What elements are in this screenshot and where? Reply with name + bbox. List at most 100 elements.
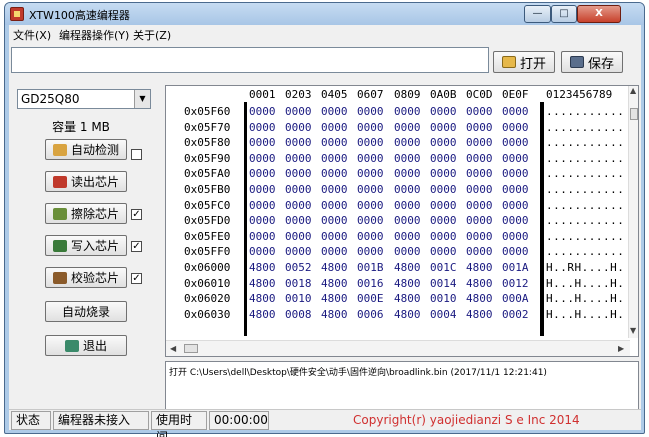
menu-file[interactable]: 文件(X) — [13, 27, 51, 43]
hex-cell[interactable]: 0000 — [321, 121, 348, 134]
hex-cell[interactable]: 0000 — [466, 136, 493, 149]
hex-cell[interactable]: 0000 — [430, 230, 457, 243]
hex-cell[interactable]: 0000 — [249, 183, 276, 196]
hex-cell[interactable]: 4800 — [249, 308, 276, 321]
hex-cell[interactable]: 0000 — [430, 183, 457, 196]
hex-cell[interactable]: 0018 — [285, 277, 312, 290]
hex-cell[interactable]: 0000 — [321, 214, 348, 227]
hex-cell[interactable]: 4800 — [466, 292, 493, 305]
hex-cell[interactable]: 4800 — [249, 261, 276, 274]
hex-cell[interactable]: 0000 — [502, 245, 529, 258]
hex-cell[interactable]: 000A — [502, 292, 529, 305]
hex-cell[interactable]: 4800 — [321, 292, 348, 305]
hex-cell[interactable]: 0000 — [466, 245, 493, 258]
hex-cell[interactable]: 0000 — [466, 121, 493, 134]
scroll-up-icon[interactable]: ▲ — [630, 86, 636, 95]
hex-cell[interactable]: 0000 — [285, 136, 312, 149]
hex-cell[interactable]: 0000 — [249, 136, 276, 149]
hex-cell[interactable]: 0004 — [430, 308, 457, 321]
hex-cell[interactable]: 0000 — [466, 214, 493, 227]
chevron-down-icon[interactable]: ▼ — [134, 90, 150, 108]
hex-cell[interactable]: 0000 — [430, 167, 457, 180]
hex-cell[interactable]: 0000 — [502, 214, 529, 227]
hex-cell[interactable]: 0000 — [430, 121, 457, 134]
close-button[interactable]: X — [577, 5, 621, 23]
hex-cell[interactable]: 0000 — [249, 105, 276, 118]
hex-cell[interactable]: 0010 — [430, 292, 457, 305]
hex-cell[interactable]: 0000 — [394, 136, 421, 149]
hex-cell[interactable]: 0000 — [285, 121, 312, 134]
hex-cell[interactable]: 0000 — [357, 199, 384, 212]
title-bar[interactable]: XTW100高速编程器 — □ X — [5, 3, 644, 25]
hex-cell[interactable]: 0000 — [394, 167, 421, 180]
hex-cell[interactable]: 0000 — [285, 214, 312, 227]
menu-about[interactable]: 关于(Z) — [133, 27, 171, 43]
hex-cell[interactable]: 0000 — [321, 136, 348, 149]
hex-cell[interactable]: 4800 — [466, 261, 493, 274]
hex-cell[interactable]: 4800 — [249, 277, 276, 290]
hex-cell[interactable]: 0000 — [430, 136, 457, 149]
toolbar-path-field[interactable] — [11, 47, 489, 73]
hex-cell[interactable]: 4800 — [394, 292, 421, 305]
hex-cell[interactable]: 0000 — [357, 183, 384, 196]
hex-cell[interactable]: 000E — [357, 292, 384, 305]
hex-cell[interactable]: 0000 — [394, 245, 421, 258]
hex-cell[interactable]: 0000 — [394, 199, 421, 212]
hex-cell[interactable]: 0000 — [466, 105, 493, 118]
hex-row[interactable]: 0x05F80 0000 0000 0000 0000 0000 0000 0000 0000.… — [166, 135, 630, 150]
hex-cell[interactable]: 0014 — [430, 277, 457, 290]
vertical-scrollbar[interactable]: ▲ ▼ — [628, 86, 638, 338]
hex-cell[interactable]: 4800 — [394, 308, 421, 321]
hex-row[interactable]: 0x05F90 0000 0000 0000 0000 0000 0000 0000 0000.… — [166, 151, 630, 166]
hex-cell[interactable]: 0000 — [249, 245, 276, 258]
hex-cell[interactable]: 0000 — [466, 167, 493, 180]
hex-cell[interactable]: 0000 — [430, 214, 457, 227]
hex-cell[interactable]: 0016 — [357, 277, 384, 290]
hex-cell[interactable]: 0000 — [321, 199, 348, 212]
hex-cell[interactable]: 0000 — [357, 136, 384, 149]
hex-row[interactable]: 0x06010 4800 0018 4800 0016 4800 0014 4800 0012 H… — [166, 276, 630, 291]
hex-cell[interactable]: 0000 — [394, 121, 421, 134]
hex-cell[interactable]: 0000 — [394, 230, 421, 243]
hex-cell[interactable]: 0012 — [502, 277, 529, 290]
verify-chip-button[interactable]: 校验芯片 — [45, 267, 127, 288]
hex-cell[interactable]: 0000 — [502, 167, 529, 180]
save-button[interactable]: 保存 — [561, 51, 623, 73]
hex-cell[interactable]: 0000 — [466, 199, 493, 212]
hex-cell[interactable]: 0000 — [285, 152, 312, 165]
hex-cell[interactable]: 0000 — [285, 199, 312, 212]
hex-cell[interactable]: 0000 — [285, 230, 312, 243]
hex-cell[interactable]: 0000 — [321, 183, 348, 196]
hex-cell[interactable]: 001A — [502, 261, 529, 274]
hex-cell[interactable]: 0000 — [285, 183, 312, 196]
read-chip-button[interactable]: 读出芯片 — [45, 171, 127, 192]
hex-cell[interactable]: 0000 — [466, 183, 493, 196]
hex-cell[interactable]: 0000 — [502, 183, 529, 196]
hex-cell[interactable]: 4800 — [394, 261, 421, 274]
hex-cell[interactable]: 4800 — [321, 277, 348, 290]
hex-cell[interactable]: 4800 — [466, 308, 493, 321]
hex-cell[interactable]: 0000 — [249, 152, 276, 165]
menu-programmer-operations[interactable]: 编程器操作(Y) — [59, 27, 129, 43]
hex-row[interactable]: 0x06000 4800 0052 4800 001B 4800 001C 4800 001A H… — [166, 260, 630, 275]
exit-button[interactable]: 退出 — [45, 335, 127, 356]
hex-cell[interactable]: 4800 — [394, 277, 421, 290]
hex-cell[interactable]: 0000 — [357, 121, 384, 134]
hex-cell[interactable]: 0008 — [285, 308, 312, 321]
horizontal-scrollbar[interactable]: ◀ ▶ — [166, 340, 630, 356]
hex-row[interactable]: 0x06020 4800 0010 4800 000E 4800 0010 4800 000A H… — [166, 291, 630, 306]
hex-cell[interactable]: 0000 — [502, 199, 529, 212]
scroll-right-icon[interactable]: ▶ — [618, 344, 624, 353]
hex-cell[interactable]: 0000 — [357, 245, 384, 258]
hex-row[interactable]: 0x05FE0 0000 0000 0000 0000 0000 0000 0000 0000.… — [166, 229, 630, 244]
hex-cell[interactable]: 0000 — [502, 230, 529, 243]
hex-cell[interactable]: 0002 — [502, 308, 529, 321]
hex-cell[interactable]: 001C — [430, 261, 457, 274]
hex-cell[interactable]: 0000 — [249, 214, 276, 227]
hex-cell[interactable]: 0000 — [502, 152, 529, 165]
hex-cell[interactable]: 0000 — [430, 199, 457, 212]
log-panel[interactable]: 打开 C:\Users\dell\Desktop\硬件安全\动手\固件逆向\br… — [165, 361, 639, 411]
hex-cell[interactable]: 0000 — [357, 105, 384, 118]
hex-cell[interactable]: 001B — [357, 261, 384, 274]
hex-cell[interactable]: 4800 — [466, 277, 493, 290]
